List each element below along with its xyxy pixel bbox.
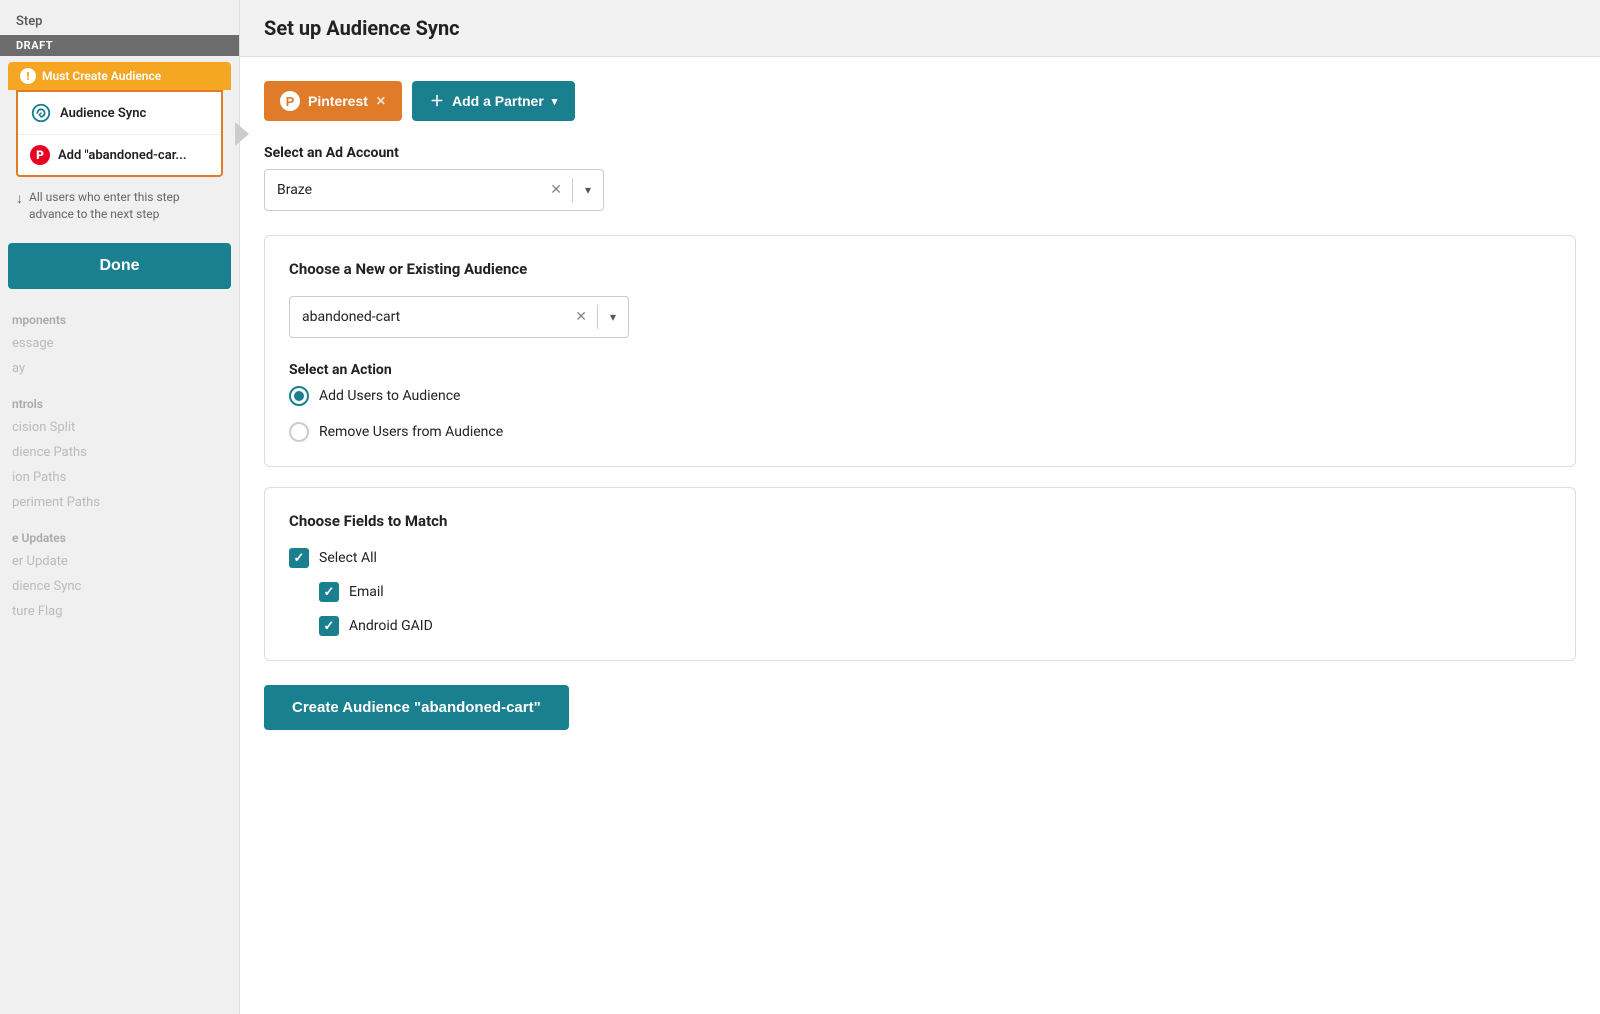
checkbox-email[interactable]: ✓ Email [319, 582, 1551, 602]
advance-text-container: ↓ All users who enter this step advance … [0, 177, 239, 235]
plus-icon: ＋ [430, 91, 444, 111]
ad-account-value: Braze [265, 182, 540, 198]
add-pinterest-row[interactable]: P Add "abandoned-car... [18, 135, 221, 175]
nav-message[interactable]: essage [0, 331, 239, 356]
email-label: Email [349, 584, 384, 600]
done-button[interactable]: Done [8, 243, 231, 289]
ad-account-clear-icon[interactable]: ✕ [540, 182, 572, 198]
warning-icon: ! [20, 68, 36, 84]
audience-value: abandoned-cart [290, 309, 565, 325]
radio-add-users-inner [294, 391, 304, 401]
ad-account-caret-icon[interactable]: ▾ [573, 183, 603, 197]
nav-action-paths[interactable]: ion Paths [0, 465, 239, 490]
pinterest-partner-button[interactable]: P Pinterest ✕ [264, 81, 402, 121]
sync-icon [30, 102, 52, 124]
selected-step-card: Audience Sync P Add "abandoned-car... [16, 90, 223, 177]
nav-feature-flag[interactable]: ture Flag [0, 599, 239, 624]
create-audience-button[interactable]: Create Audience "abandoned-cart" [264, 685, 569, 730]
add-partner-label: Add a Partner [452, 93, 544, 109]
action-radio-group: Add Users to Audience Remove Users from … [289, 386, 1551, 442]
checkbox-group: ✓ Select All ✓ Email ✓ Android GAID [289, 548, 1551, 636]
nav-delay[interactable]: ay [0, 356, 239, 381]
checkbox-select-all-box[interactable]: ✓ [289, 548, 309, 568]
sidebar: Step DRAFT ! Must Create Audience Audien… [0, 0, 240, 1014]
ad-account-select[interactable]: Braze ✕ ▾ [264, 169, 604, 211]
checkbox-android-gaid[interactable]: ✓ Android GAID [319, 616, 1551, 636]
radio-remove-users-button[interactable] [289, 422, 309, 442]
page-title: Set up Audience Sync [264, 16, 1576, 40]
nav-decision-split[interactable]: cision Split [0, 415, 239, 440]
main-header: Set up Audience Sync [240, 0, 1600, 57]
down-arrow-icon: ↓ [16, 190, 23, 210]
audience-card: Choose a New or Existing Audience abando… [264, 235, 1576, 467]
chevron-down-icon: ▾ [552, 95, 558, 108]
sidebar-arrow-right [235, 122, 249, 146]
remove-pinterest-icon[interactable]: ✕ [376, 94, 386, 108]
radio-remove-users[interactable]: Remove Users from Audience [289, 422, 1551, 442]
ad-account-section: Select an Ad Account Braze ✕ ▾ [264, 145, 1576, 211]
nav-user-update[interactable]: er Update [0, 549, 239, 574]
select-all-label: Select All [319, 550, 377, 566]
checkmark-icon: ✓ [294, 551, 305, 566]
audience-sync-label: Audience Sync [60, 106, 146, 121]
choose-audience-label: Choose a New or Existing Audience [289, 260, 1551, 278]
nav-audience-sync[interactable]: dience Sync [0, 574, 239, 599]
pinterest-logo-icon: P [280, 91, 300, 111]
radio-add-users[interactable]: Add Users to Audience [289, 386, 1551, 406]
step-label: Step [0, 0, 239, 35]
add-partner-button[interactable]: ＋ Add a Partner ▾ [412, 81, 575, 121]
checkbox-select-all[interactable]: ✓ Select All [289, 548, 1551, 568]
partner-row: P Pinterest ✕ ＋ Add a Partner ▾ [264, 81, 1576, 121]
add-users-label: Add Users to Audience [319, 388, 460, 404]
audience-select[interactable]: abandoned-cart ✕ ▾ [289, 296, 629, 338]
must-create-label: Must Create Audience [42, 69, 161, 83]
audience-clear-icon[interactable]: ✕ [565, 309, 597, 325]
android-gaid-label: Android GAID [349, 618, 433, 634]
remove-users-label: Remove Users from Audience [319, 424, 503, 440]
advance-text: All users who enter this step advance to… [29, 189, 223, 223]
audience-sync-row[interactable]: Audience Sync [18, 92, 221, 135]
pinterest-small-icon: P [30, 145, 50, 165]
checkmark-email-icon: ✓ [324, 585, 335, 600]
audience-caret-icon[interactable]: ▾ [598, 310, 628, 324]
select-action-label: Select an Action [289, 362, 1551, 378]
pinterest-label: Pinterest [308, 93, 368, 109]
nav-experiment-paths[interactable]: periment Paths [0, 490, 239, 515]
must-create-warning: ! Must Create Audience [8, 62, 231, 90]
components-section: mponents [0, 297, 239, 331]
checkbox-gaid-box[interactable]: ✓ [319, 616, 339, 636]
ad-account-label: Select an Ad Account [264, 145, 1576, 161]
controls-section: ntrols [0, 381, 239, 415]
fields-card: Choose Fields to Match ✓ Select All ✓ Em… [264, 487, 1576, 661]
updates-section: e Updates [0, 515, 239, 549]
checkbox-email-box[interactable]: ✓ [319, 582, 339, 602]
main-content: P Pinterest ✕ ＋ Add a Partner ▾ Select a… [240, 57, 1600, 1014]
draft-badge: DRAFT [0, 35, 239, 56]
radio-add-users-button[interactable] [289, 386, 309, 406]
main-panel: Set up Audience Sync P Pinterest ✕ ＋ Add… [240, 0, 1600, 1014]
choose-fields-label: Choose Fields to Match [289, 512, 1551, 530]
selected-step-wrapper: Audience Sync P Add "abandoned-car... [8, 90, 231, 177]
add-pinterest-label: Add "abandoned-car... [58, 148, 187, 163]
checkmark-gaid-icon: ✓ [324, 619, 335, 634]
nav-audience-paths[interactable]: dience Paths [0, 440, 239, 465]
